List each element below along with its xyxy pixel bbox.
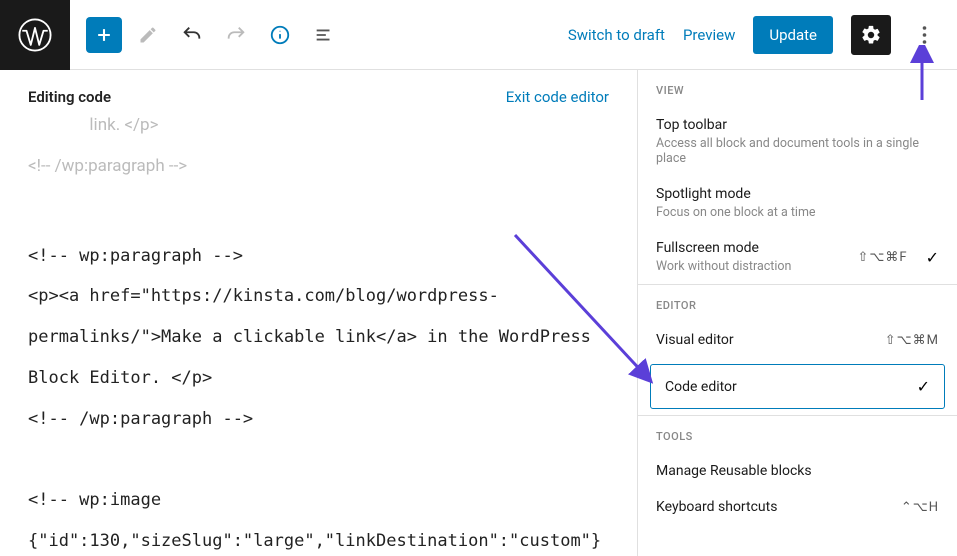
update-button[interactable]: Update (753, 16, 833, 54)
visual-editor-title: Visual editor (656, 332, 734, 348)
switch-to-draft-button[interactable]: Switch to draft (568, 26, 665, 44)
fullscreen-option[interactable]: Fullscreen mode Work without distraction… (638, 230, 957, 284)
settings-button[interactable] (851, 15, 891, 55)
code-faded: link. </p> <!-- /wp:paragraph --> (28, 115, 187, 176)
manage-reusable-title: Manage Reusable blocks (656, 463, 812, 479)
top-toolbar-desc: Access all block and document tools in a… (656, 136, 939, 166)
add-block-button[interactable] (86, 17, 122, 53)
redo-button[interactable] (218, 17, 254, 53)
editing-code-label: Editing code (28, 88, 111, 106)
tools-section-label: TOOLS (638, 415, 957, 453)
info-button[interactable] (262, 17, 298, 53)
more-options-button[interactable] (909, 15, 939, 55)
view-section-label: VIEW (638, 70, 957, 107)
fullscreen-shortcut: ⇧⌥⌘F (858, 250, 908, 265)
fullscreen-title: Fullscreen mode (656, 240, 791, 256)
keyboard-shortcuts-shortcut: ⌃⌥H (901, 500, 939, 515)
editor-section-label: EDITOR (638, 284, 957, 322)
code-editor-title: Code editor (665, 379, 737, 395)
code-editor-panel: link. </p> <!-- /wp:paragraph --> Editin… (0, 70, 637, 556)
edit-button[interactable] (130, 17, 166, 53)
undo-button[interactable] (174, 17, 210, 53)
visual-editor-shortcut: ⇧⌥⌘M (885, 333, 939, 348)
outline-button[interactable] (306, 17, 342, 53)
spotlight-title: Spotlight mode (656, 186, 939, 202)
check-icon: ✓ (926, 248, 939, 267)
main-area: link. </p> <!-- /wp:paragraph --> Editin… (0, 70, 957, 556)
wordpress-logo[interactable] (0, 0, 70, 70)
spotlight-desc: Focus on one block at a time (656, 205, 939, 220)
top-toolbar-option[interactable]: Top toolbar Access all block and documen… (638, 107, 957, 176)
top-toolbar-title: Top toolbar (656, 117, 939, 133)
visual-editor-option[interactable]: Visual editor ⇧⌥⌘M (638, 322, 957, 358)
keyboard-shortcuts-option[interactable]: Keyboard shortcuts ⌃⌥H (638, 489, 957, 525)
manage-reusable-option[interactable]: Manage Reusable blocks (638, 453, 957, 489)
exit-code-editor-button[interactable]: Exit code editor (506, 88, 609, 106)
fullscreen-desc: Work without distraction (656, 259, 791, 274)
toolbar-right: Switch to draft Preview Update (568, 15, 957, 55)
preview-button[interactable]: Preview (683, 26, 735, 44)
check-icon: ✓ (917, 377, 930, 396)
top-toolbar: Switch to draft Preview Update (0, 0, 957, 70)
toolbar-left (70, 17, 358, 53)
spotlight-option[interactable]: Spotlight mode Focus on one block at a t… (638, 176, 957, 230)
keyboard-shortcuts-title: Keyboard shortcuts (656, 499, 777, 515)
options-sidebar: VIEW Top toolbar Access all block and do… (637, 70, 957, 556)
code-editor-option[interactable]: Code editor ✓ (650, 364, 945, 409)
